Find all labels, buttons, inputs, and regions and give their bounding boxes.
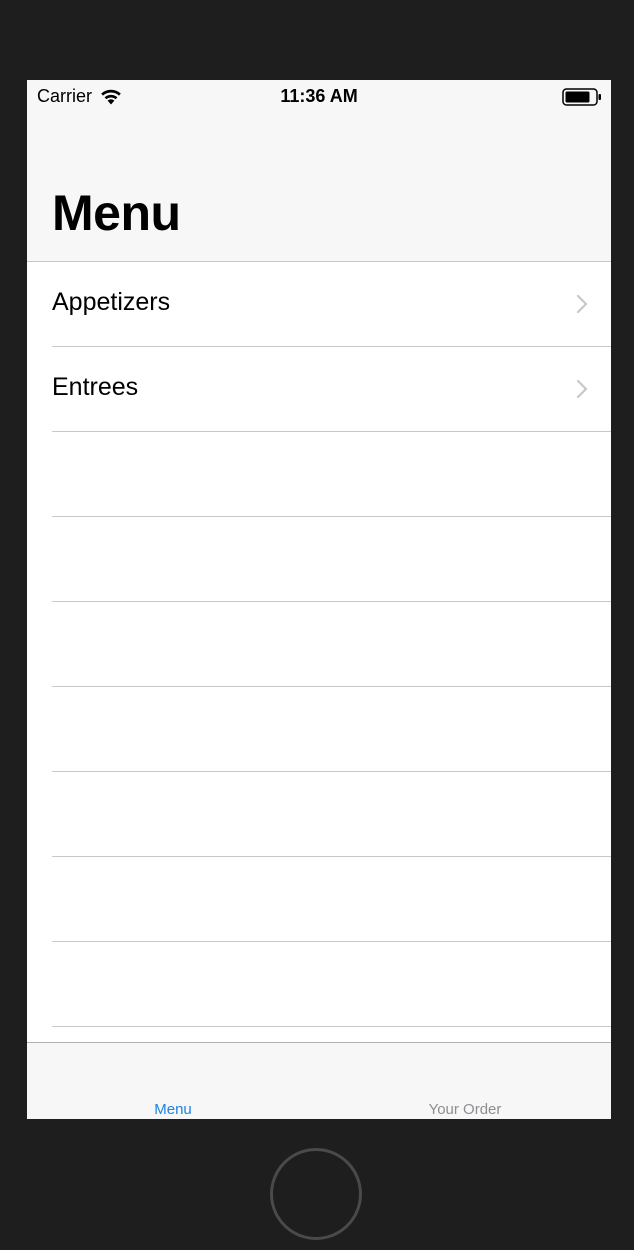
empty-row: [27, 687, 611, 772]
status-time: 11:36 AM: [280, 86, 358, 106]
battery-icon: [562, 88, 601, 106]
row-label: Appetizers: [52, 288, 171, 316]
tab-your-order-label: Your Order: [428, 1101, 502, 1118]
status-bar: Carrier 11:36 AM: [27, 80, 611, 114]
tab-your-order[interactable]: Your Order: [319, 1043, 611, 1119]
tab-menu[interactable]: Menu: [27, 1043, 319, 1119]
empty-row: [27, 602, 611, 687]
tab-bar: Menu Your Order: [27, 1042, 611, 1119]
home-button[interactable]: [270, 1148, 362, 1240]
chevron-right-icon: [576, 294, 588, 314]
menu-table: Appetizers Entrees: [27, 262, 611, 1112]
navigation-bar: Menu: [27, 114, 611, 262]
row-label: Entrees: [52, 373, 139, 401]
table-row-entrees[interactable]: Entrees: [27, 347, 611, 432]
device-frame: Carrier 11:36 AM Menu Appetizers Entrees…: [0, 0, 634, 1250]
chevron-right-icon: [576, 379, 588, 399]
empty-row: [27, 772, 611, 857]
table-row-appetizers[interactable]: Appetizers: [27, 262, 611, 347]
empty-row: [27, 857, 611, 942]
empty-row: [27, 942, 611, 1027]
screen: Carrier 11:36 AM Menu Appetizers Entrees…: [27, 80, 611, 1119]
empty-row: [27, 517, 611, 602]
tab-menu-label: Menu: [154, 1101, 192, 1118]
page-title: Menu: [52, 185, 181, 241]
empty-row: [27, 432, 611, 517]
